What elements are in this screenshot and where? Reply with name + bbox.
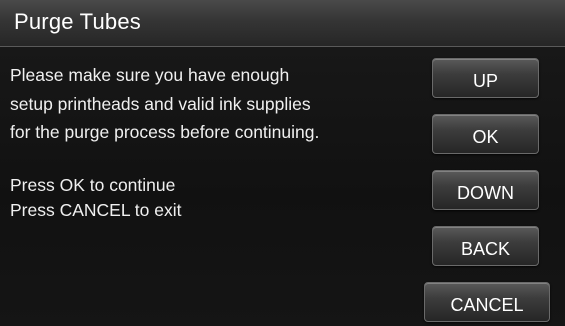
instruction-line: Press OK to continue [10,174,176,195]
cancel-button[interactable]: CANCEL [424,282,550,322]
ok-button[interactable]: OK [432,114,539,154]
message-line: for the purge process before continuing. [10,122,320,142]
ok-button-label: OK [472,127,499,147]
instruction-line: Press CANCEL to exit [10,199,182,220]
back-button-label: BACK [460,239,511,259]
message-spacer [10,147,410,173]
cancel-button-label: CANCEL [450,295,524,315]
message-line: Please make sure you have enough [10,65,290,85]
printer-screen: Purge Tubes Please make sure you have en… [0,0,565,326]
back-button[interactable]: BACK [432,226,539,266]
down-button[interactable]: DOWN [432,170,539,210]
down-button-label: DOWN [457,183,514,203]
message-line: setup printheads and valid ink supplies [10,93,311,114]
page-title: Purge Tubes [14,9,141,34]
message-panel: Please make sure you have enough setup p… [10,61,410,223]
title-bar: Purge Tubes [0,0,565,47]
up-button[interactable]: UP [432,58,539,98]
up-button-label: UP [472,71,498,91]
